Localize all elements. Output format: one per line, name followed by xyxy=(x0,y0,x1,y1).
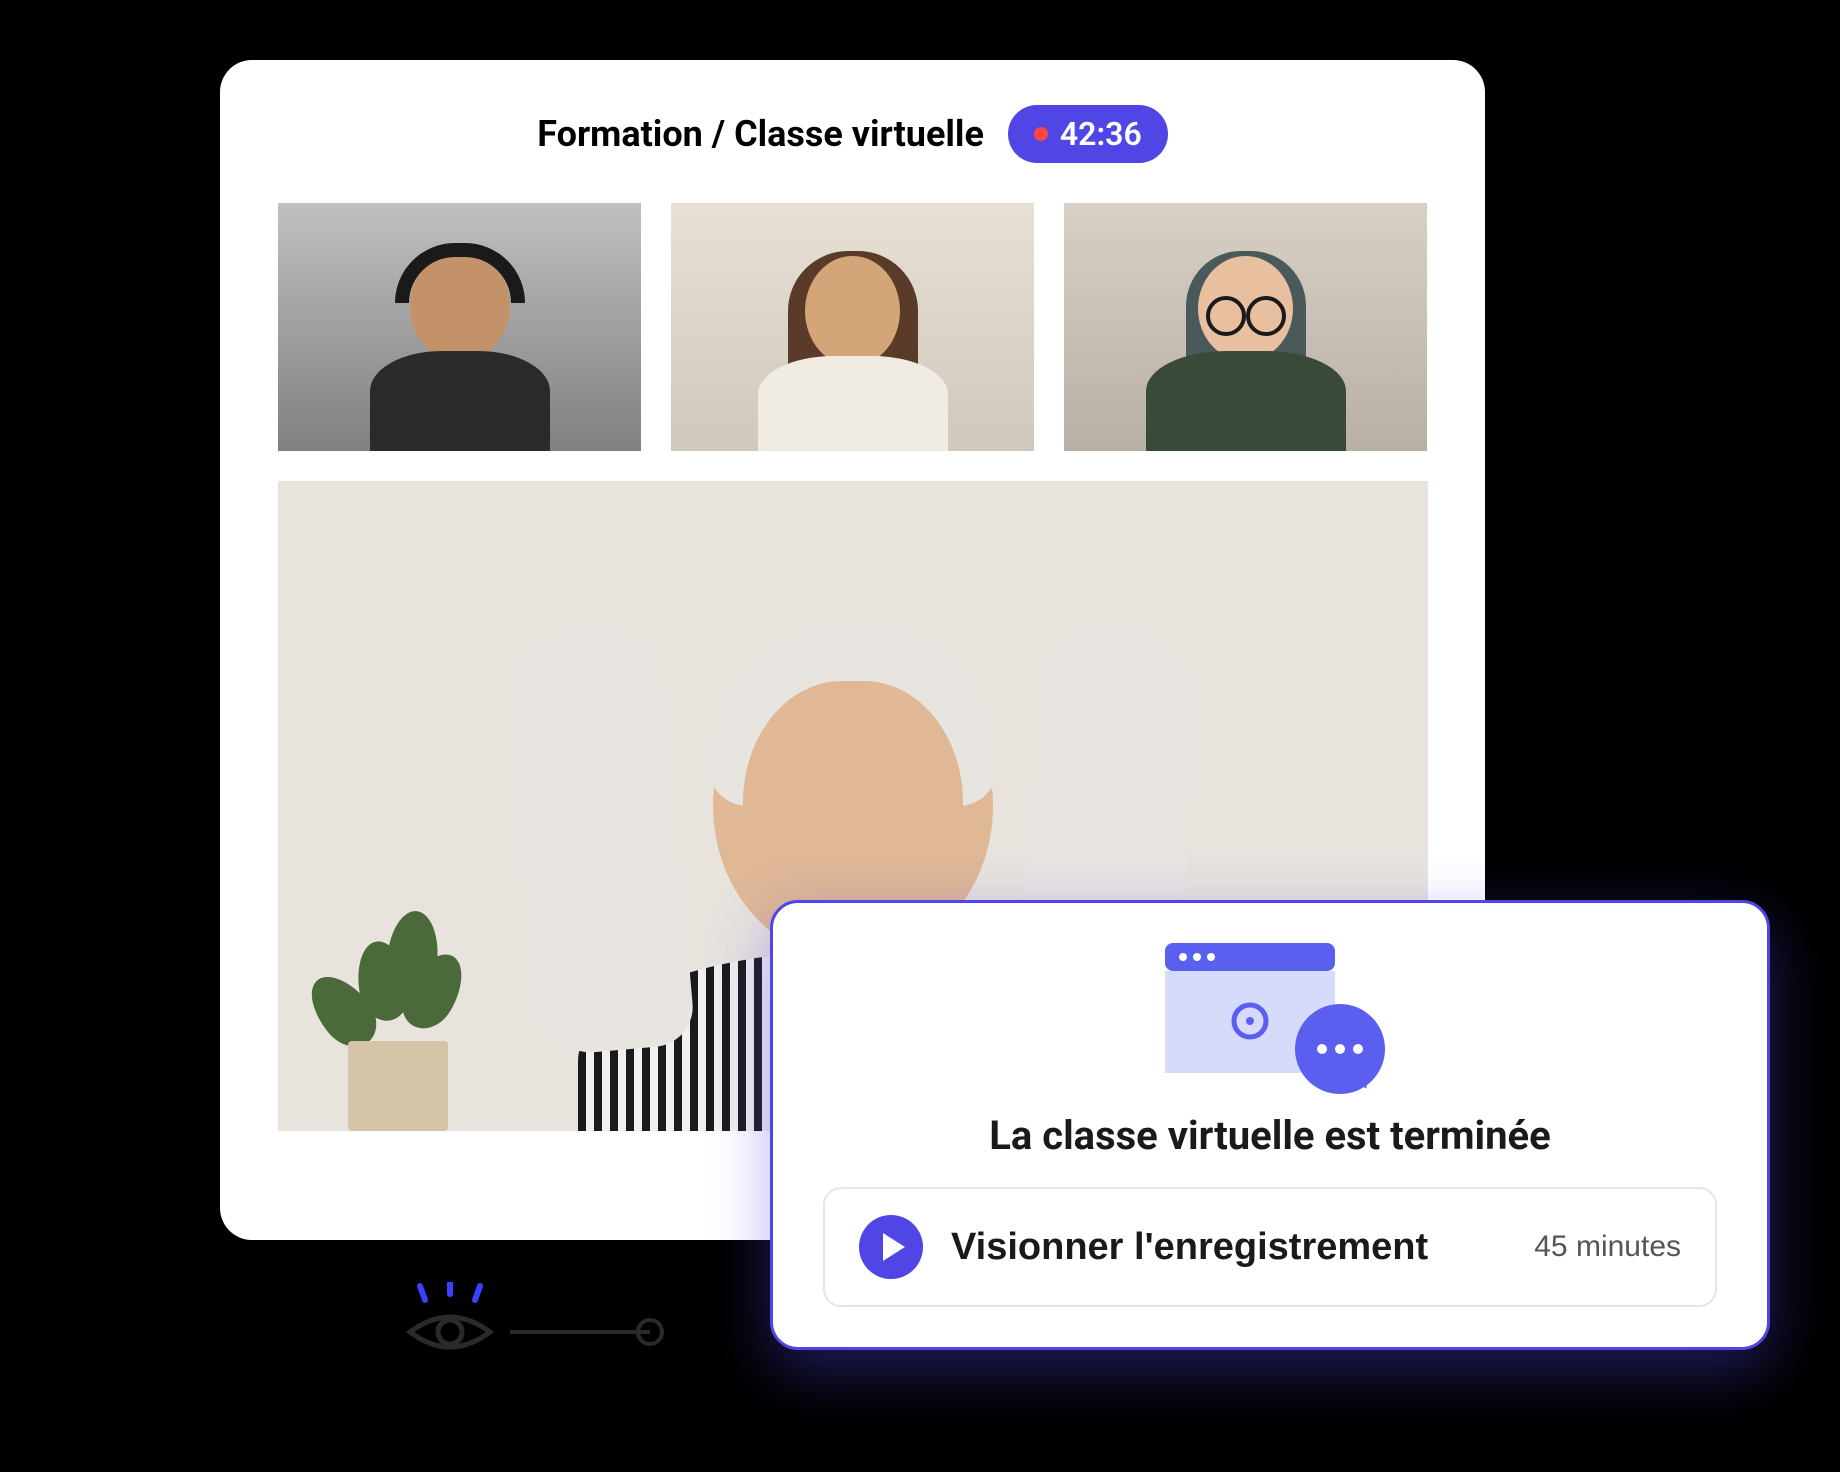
watch-recording-button[interactable]: Visionner l'enregistrement 45 minutes xyxy=(823,1187,1717,1307)
completion-card: La classe virtuelle est terminée Visionn… xyxy=(770,900,1770,1350)
plant-decoration xyxy=(308,891,488,1131)
timer-value: 42:36 xyxy=(1060,115,1142,153)
participant-avatar xyxy=(1146,256,1346,451)
header: Formation / Classe virtuelle 42:36 xyxy=(278,105,1427,163)
eye-decoration-icon xyxy=(390,1282,670,1382)
play-icon xyxy=(859,1215,923,1279)
participant-tile[interactable] xyxy=(1064,203,1427,451)
participant-avatar xyxy=(758,256,948,451)
record-dot-icon xyxy=(1034,127,1048,141)
breadcrumb: Formation / Classe virtuelle xyxy=(537,113,984,155)
participant-tile[interactable] xyxy=(671,203,1034,451)
participant-tile[interactable] xyxy=(278,203,641,451)
watch-recording-label: Visionner l'enregistrement xyxy=(951,1226,1506,1269)
completion-illustration xyxy=(1165,943,1375,1084)
recording-duration: 45 minutes xyxy=(1534,1230,1681,1264)
recording-timer-badge: 42:36 xyxy=(1008,105,1168,163)
completion-title: La classe virtuelle est terminée xyxy=(989,1112,1550,1159)
participant-thumbnails-row xyxy=(278,203,1427,451)
participant-avatar xyxy=(370,251,550,451)
chat-bubble-icon xyxy=(1295,1004,1385,1094)
